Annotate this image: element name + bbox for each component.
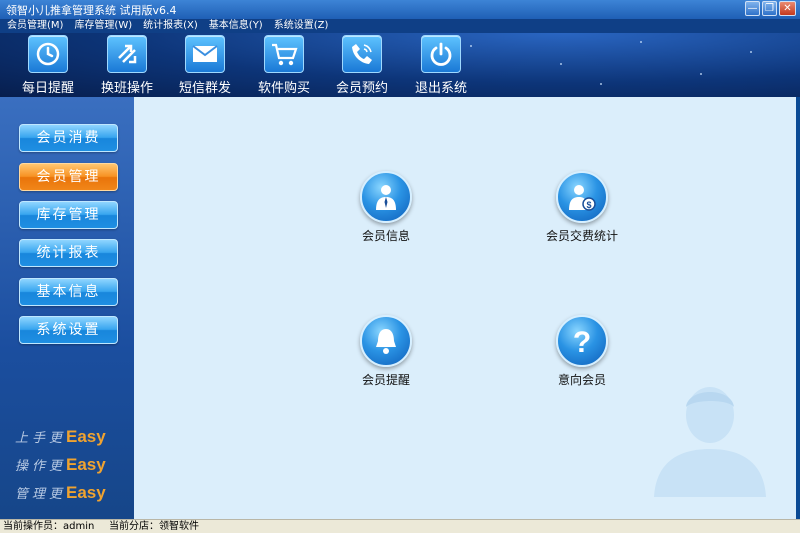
func-member-payment-stats[interactable]: $ 会员交费统计 bbox=[522, 171, 642, 244]
toolbar-label: 退出系统 bbox=[414, 81, 467, 96]
person-silhouette-icon bbox=[654, 387, 766, 497]
window-controls: — ❐ ✕ bbox=[745, 1, 796, 16]
bell-icon bbox=[360, 315, 412, 367]
sidebar-item-inventory[interactable]: 库存管理 bbox=[19, 201, 118, 229]
sidebar-item-settings[interactable]: 系统设置 bbox=[19, 316, 118, 344]
star-decoration bbox=[750, 51, 752, 53]
menu-member[interactable]: 会员管理(M) bbox=[0, 19, 67, 33]
slogan-line: 操作更Easy bbox=[15, 455, 106, 475]
func-label: 会员提醒 bbox=[361, 373, 410, 387]
slogan-text: 操作更 bbox=[15, 459, 67, 474]
main-panel: 会员信息 $ 会员交费统计 会员提醒 ? 意向会员 bbox=[134, 97, 798, 519]
toolbar-member-booking[interactable]: 会员预约 bbox=[327, 33, 397, 97]
toolbar-buy-software[interactable]: 软件购买 bbox=[249, 33, 319, 97]
menu-settings[interactable]: 系统设置(Z) bbox=[267, 19, 333, 33]
func-label: 会员交费统计 bbox=[545, 229, 618, 243]
close-button[interactable]: ✕ bbox=[779, 1, 796, 16]
toolbar-shift-change[interactable]: 换班操作 bbox=[92, 33, 162, 97]
slogan-text: 上手更 bbox=[15, 431, 67, 446]
swap-arrows-icon bbox=[107, 35, 147, 73]
sidebar: 会员消费 会员管理 库存管理 统计报表 基本信息 系统设置 上手更Easy 操作… bbox=[0, 97, 134, 519]
toolbar: 每日提醒 换班操作 短信群发 软件购买 会员预约 退出系统 bbox=[0, 33, 800, 97]
func-prospective-member[interactable]: ? 意向会员 bbox=[522, 315, 642, 388]
slogan-line: 上手更Easy bbox=[15, 427, 106, 447]
svg-text:?: ? bbox=[573, 326, 591, 357]
star-decoration bbox=[600, 83, 602, 85]
member-payment-icon: $ bbox=[556, 171, 608, 223]
restore-button[interactable]: ❐ bbox=[762, 1, 777, 16]
sidebar-item-member-manage[interactable]: 会员管理 bbox=[19, 163, 118, 191]
sidebar-item-member-consume[interactable]: 会员消费 bbox=[19, 124, 118, 152]
member-person-icon bbox=[360, 171, 412, 223]
title-bar: 领智小儿推拿管理系统 试用版v6.4 — ❐ ✕ bbox=[0, 0, 800, 19]
func-member-info[interactable]: 会员信息 bbox=[326, 171, 446, 244]
slogan-easy: Easy bbox=[66, 483, 106, 502]
toolbar-label: 短信群发 bbox=[178, 81, 231, 96]
menu-bar: 会员管理(M) 库存管理(W) 统计报表(X) 基本信息(Y) 系统设置(Z) bbox=[0, 19, 800, 33]
svg-text:$: $ bbox=[586, 200, 591, 210]
sidebar-item-basic-info[interactable]: 基本信息 bbox=[19, 278, 118, 306]
slogan-easy: Easy bbox=[66, 455, 106, 474]
sidebar-item-reports[interactable]: 统计报表 bbox=[19, 239, 118, 267]
status-branch: 当前分店：领智软件 bbox=[109, 521, 199, 532]
toolbar-label: 会员预约 bbox=[335, 81, 388, 96]
star-decoration bbox=[640, 41, 642, 43]
star-decoration bbox=[560, 63, 562, 65]
question-mark-icon: ? bbox=[556, 315, 608, 367]
envelope-icon bbox=[185, 35, 225, 73]
toolbar-label: 换班操作 bbox=[100, 81, 153, 96]
slogan-line: 管理更Easy bbox=[15, 483, 106, 503]
window-title: 领智小儿推拿管理系统 试用版v6.4 bbox=[6, 4, 177, 17]
menu-reports[interactable]: 统计报表(X) bbox=[136, 19, 202, 33]
toolbar-exit-system[interactable]: 退出系统 bbox=[406, 33, 476, 97]
clock-icon bbox=[28, 35, 68, 73]
power-icon bbox=[421, 35, 461, 73]
status-operator: 当前操作员：admin bbox=[3, 521, 95, 532]
toolbar-label: 软件购买 bbox=[257, 81, 310, 96]
star-decoration bbox=[700, 73, 702, 75]
menu-inventory[interactable]: 库存管理(W) bbox=[67, 19, 136, 33]
slogan-easy: Easy bbox=[66, 427, 106, 446]
func-member-reminder[interactable]: 会员提醒 bbox=[326, 315, 446, 388]
slogan-text: 管理更 bbox=[15, 487, 67, 502]
toolbar-daily-reminder[interactable]: 每日提醒 bbox=[13, 33, 83, 97]
func-label: 意向会员 bbox=[557, 373, 606, 387]
phone-icon bbox=[342, 35, 382, 73]
menu-basic-info[interactable]: 基本信息(Y) bbox=[202, 19, 267, 33]
minimize-button[interactable]: — bbox=[745, 1, 760, 16]
status-bar: 当前操作员：admin 当前分店：领智软件 bbox=[0, 519, 800, 533]
toolbar-sms-broadcast[interactable]: 短信群发 bbox=[170, 33, 240, 97]
toolbar-label: 每日提醒 bbox=[21, 81, 74, 96]
shopping-cart-icon bbox=[264, 35, 304, 73]
func-label: 会员信息 bbox=[361, 229, 410, 243]
